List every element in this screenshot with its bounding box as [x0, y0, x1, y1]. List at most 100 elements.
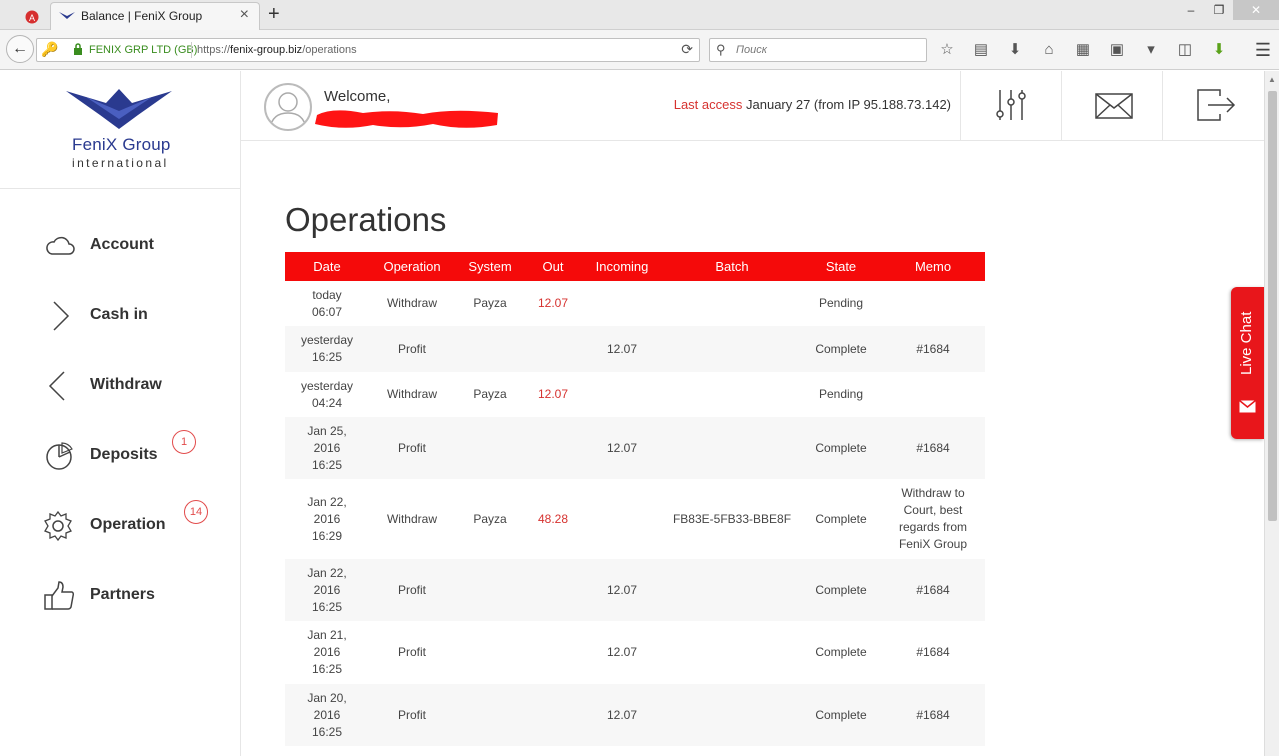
sidebar-item-label: Cash in — [90, 306, 148, 323]
date-line: Jan 21, — [307, 628, 347, 642]
reading-list-icon[interactable]: ▤ — [970, 40, 992, 60]
table-row: Jan 22, 2016 16:29 Withdraw Payza 48.28 FB83E-… — [285, 479, 985, 559]
key-icon[interactable]: 🔑 — [41, 41, 58, 58]
cell-system — [455, 559, 525, 621]
memo-line: #1684 — [916, 645, 950, 659]
cell-memo — [881, 281, 985, 326]
fenix-favicon-icon — [59, 12, 75, 19]
column-header: State — [801, 252, 881, 281]
table-row: yesterday 04:24 Withdraw Payza 12.07 Pending — [285, 372, 985, 417]
thumbs-up-icon — [44, 581, 75, 610]
sidebar-item-operation[interactable]: Operation 14 — [0, 496, 240, 556]
deposits-badge: 1 — [172, 430, 196, 454]
date-line: 16:25 — [311, 724, 343, 739]
addon-icon[interactable]: A — [24, 8, 40, 24]
sidebar-item-label: Deposits — [90, 446, 158, 463]
pocket-icon[interactable]: ◫ — [1174, 40, 1196, 60]
live-chat-button[interactable]: Live Chat — [1231, 287, 1264, 439]
sidebar-item-deposits[interactable]: Deposits 1 — [0, 426, 240, 486]
toolbar-icons: ☆ ▤ ⬇ ⌂ ▦ ▣ ▾ ◫ ⬇ — [936, 40, 1230, 60]
cell-operation: Withdraw — [386, 296, 437, 310]
cell-out: 12.07 — [537, 387, 569, 401]
flag-icon[interactable]: ▦ — [1072, 40, 1094, 60]
cell-state: Pending — [818, 296, 864, 310]
scroll-up-icon[interactable]: ▲ — [1268, 75, 1276, 84]
memo-line: Court, best — [903, 503, 963, 517]
cell-operation: Profit — [397, 645, 426, 659]
logo[interactable]: FeniX Group international — [0, 71, 240, 189]
scroll-thumb[interactable] — [1268, 91, 1277, 521]
cell-system — [455, 417, 525, 479]
cell-batch — [663, 559, 801, 621]
url-text[interactable]: https://fenix-group.biz/operations — [197, 44, 357, 56]
page: FeniX Group international Account Cash i… — [0, 71, 1264, 756]
page-header: Welcome, Last access January 27 (from IP… — [241, 71, 1264, 141]
minimize-icon[interactable]: – — [1177, 0, 1205, 20]
window-close-icon[interactable]: ✕ — [1233, 0, 1279, 20]
cell-system — [455, 621, 525, 684]
cell-batch — [663, 621, 801, 684]
table-row: Jan 21, 2016 16:25 Profit 12.07 Complete #1684 — [285, 621, 985, 684]
cell-system — [455, 684, 525, 746]
page-scrollbar[interactable]: ▲ — [1264, 71, 1279, 756]
cell-incoming: 12.07 — [581, 417, 663, 479]
cell-batch — [663, 684, 801, 746]
cell-state: Complete — [801, 559, 881, 621]
search-placeholder: Поиск — [736, 44, 767, 56]
browser-tab[interactable]: Balance | FeniX Group × — [50, 2, 260, 30]
date-line: 2016 — [313, 440, 341, 455]
download-icon[interactable]: ⬇ — [1004, 40, 1026, 60]
logout-button[interactable] — [1162, 71, 1263, 141]
column-header: System — [455, 252, 525, 281]
dropdown-icon[interactable]: ▾ — [1140, 40, 1162, 60]
sidebar-item-cash-in[interactable]: Cash in — [0, 286, 240, 346]
cell-state: Complete — [815, 645, 867, 659]
page-title: Operations — [285, 201, 447, 238]
cell-batch — [663, 417, 801, 479]
date-line: 16:25 — [311, 662, 343, 676]
cell-system: Payza — [473, 511, 507, 526]
cell-incoming — [581, 479, 663, 559]
cell-out — [525, 559, 581, 621]
date-line: 04:24 — [311, 395, 343, 410]
bookmark-star-icon[interactable]: ☆ — [936, 40, 958, 60]
table-row: Jan 22, 2016 16:25 Profit 12.07 Complete #1684 — [285, 559, 985, 621]
url-organization: FENIX GRP LTD (GB) — [89, 44, 198, 56]
column-header: Incoming — [581, 252, 663, 281]
cell-batch — [663, 372, 801, 417]
lock-icon — [74, 43, 82, 55]
gear-icon — [44, 510, 72, 542]
date-line: Jan 22, — [307, 494, 347, 509]
messages-button[interactable] — [1061, 71, 1162, 141]
search-bar[interactable]: ⚲ Поиск — [709, 38, 927, 62]
live-chat-label: Live Chat — [1238, 311, 1255, 375]
restore-icon[interactable]: ❐ — [1205, 0, 1233, 20]
avatar[interactable] — [264, 83, 312, 131]
tab-title: Balance | FeniX Group — [81, 9, 203, 23]
date-line: 2016 — [313, 645, 341, 659]
home-icon[interactable]: ⌂ — [1038, 40, 1060, 60]
cell-incoming: 12.07 — [581, 559, 663, 621]
back-button[interactable]: ← — [6, 35, 34, 63]
sidebar-item-partners[interactable]: Partners — [0, 566, 240, 626]
extension-icon[interactable]: ▣ — [1106, 40, 1128, 60]
memo-line: Withdraw to — [901, 486, 965, 500]
date-line: Jan 25, — [307, 423, 347, 438]
cell-incoming — [581, 281, 663, 326]
green-download-icon[interactable]: ⬇ — [1208, 40, 1230, 60]
cell-state: Complete — [815, 511, 867, 526]
cell-operation: Profit — [369, 326, 455, 372]
sidebar-item-account[interactable]: Account — [0, 216, 240, 276]
cell-state: Pending — [818, 387, 864, 401]
tab-close-icon[interactable]: × — [240, 6, 249, 24]
url-bar[interactable]: 🔑 FENIX GRP LTD (GB) https://fenix-group… — [36, 38, 700, 62]
settings-button[interactable] — [960, 71, 1061, 141]
menu-icon[interactable]: ☰ — [1255, 40, 1271, 61]
new-tab-icon[interactable]: + — [268, 3, 280, 26]
memo-line: #1684 — [916, 707, 950, 722]
reload-icon[interactable]: ⟳ — [681, 41, 693, 58]
cell-operation: Profit — [369, 559, 455, 621]
memo-line: #1684 — [916, 341, 950, 356]
sidebar-item-withdraw[interactable]: Withdraw — [0, 356, 240, 416]
cell-memo: #1684 — [881, 621, 985, 684]
